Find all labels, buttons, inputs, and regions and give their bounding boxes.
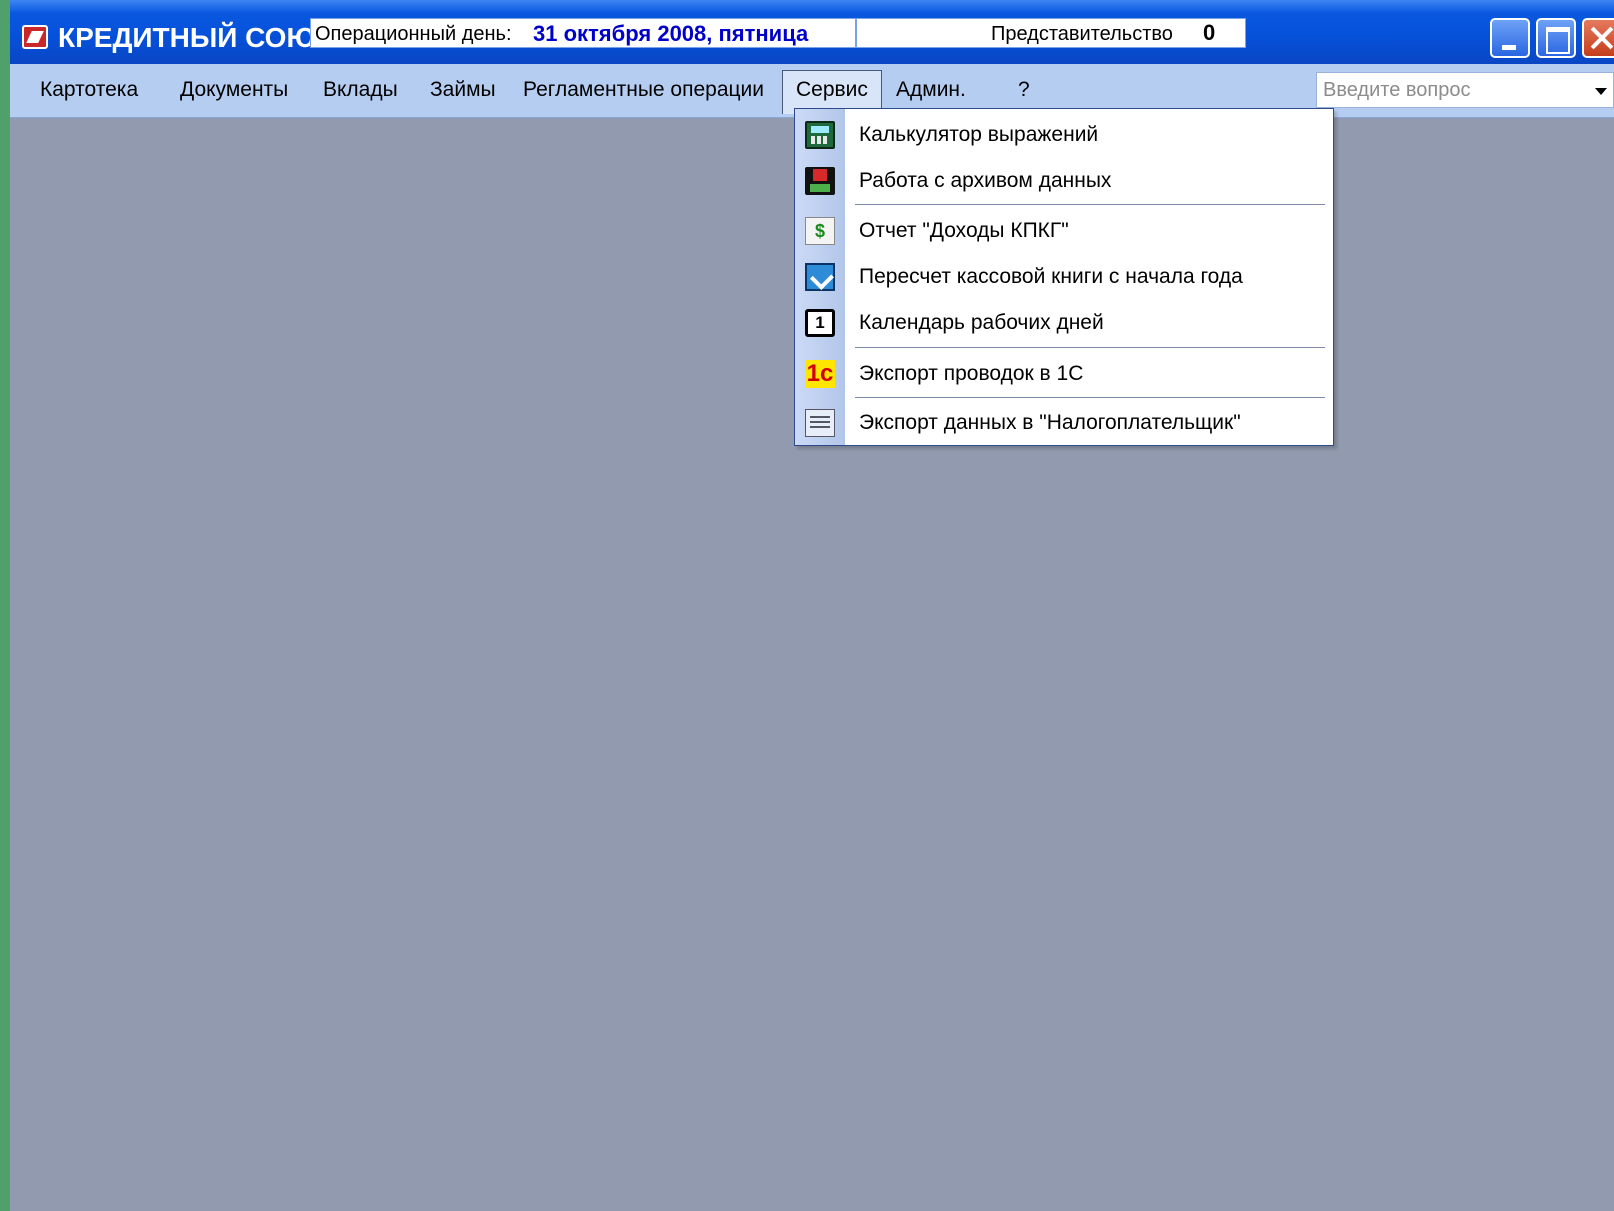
menu-deposits[interactable]: Вклады	[323, 78, 398, 102]
menu-item-label: Календарь рабочих дней	[859, 311, 1104, 334]
taxpayer-export-icon	[805, 409, 835, 437]
menu-help[interactable]: ?	[1018, 78, 1030, 102]
calendar-icon: 1	[805, 309, 835, 337]
menu-admin[interactable]: Админ.	[896, 78, 966, 102]
menu-item-label: Экспорт данных в "Налогоплательщик"	[859, 411, 1241, 434]
help-question-input[interactable]	[1317, 73, 1587, 107]
menu-item-label: Работа с архивом данных	[859, 169, 1112, 192]
dollar-report-icon: $	[805, 217, 835, 245]
menu-item-label: Пересчет кассовой книги с начала года	[859, 265, 1243, 288]
menu-item-export-taxpayer[interactable]: Экспорт данных в "Налогоплательщик"	[795, 401, 1333, 445]
menu-item-expression-calculator[interactable]: Калькулятор выражений	[795, 113, 1333, 157]
menu-item-income-report[interactable]: $ Отчет "Доходы КПКГ"	[795, 209, 1333, 253]
operational-day-label: Операционный день:	[315, 23, 512, 45]
menu-item-cash-book-recalc[interactable]: Пересчет кассовой книги с начала года	[795, 255, 1333, 299]
menu-item-label: Экспорт проводок в 1С	[859, 362, 1084, 385]
maximize-button[interactable]	[1536, 18, 1576, 58]
app-title: КРЕДИТНЫЙ СОЮЗ	[58, 22, 333, 53]
menu-item-data-archive[interactable]: Работа с архивом данных	[795, 159, 1333, 203]
minimize-button[interactable]	[1490, 18, 1530, 58]
cash-book-icon	[805, 263, 835, 291]
help-question-box[interactable]	[1316, 72, 1614, 108]
1c-icon: 1c	[805, 360, 835, 388]
app-logo-icon[interactable]	[22, 25, 48, 49]
menu-item-working-days-calendar[interactable]: 1 Календарь рабочих дней	[795, 301, 1333, 345]
menu-regular-operations[interactable]: Регламентные операции	[523, 78, 764, 102]
branch-label: Представительство	[991, 23, 1173, 45]
menu-separator	[855, 204, 1325, 205]
menu-documents[interactable]: Документы	[180, 78, 288, 102]
chevron-down-icon[interactable]	[1595, 88, 1607, 95]
operational-day-panel: Операционный день: 31 октября 2008, пятн…	[310, 18, 856, 48]
branch-panel: Представительство 0	[856, 18, 1246, 48]
menu-separator	[855, 397, 1325, 398]
menu-loans[interactable]: Займы	[430, 78, 496, 102]
branch-value: 0	[1203, 20, 1216, 45]
menu-separator	[855, 347, 1325, 348]
menu-item-export-1c[interactable]: 1c Экспорт проводок в 1С	[795, 352, 1333, 396]
title-bar[interactable]: КРЕДИТНЫЙ СОЮЗ Операционный день: 31 окт…	[10, 0, 1614, 64]
menu-item-label: Отчет "Доходы КПКГ"	[859, 219, 1069, 242]
service-dropdown-menu: Калькулятор выражений Работа с архивом д…	[794, 108, 1334, 446]
menu-item-label: Калькулятор выражений	[859, 123, 1099, 146]
close-button[interactable]	[1582, 18, 1614, 58]
archive-disk-icon	[805, 167, 835, 195]
operational-day-value: 31 октября 2008, пятница	[533, 21, 809, 46]
calculator-icon	[805, 121, 835, 149]
menu-kartoteka[interactable]: Картотека	[40, 78, 138, 102]
